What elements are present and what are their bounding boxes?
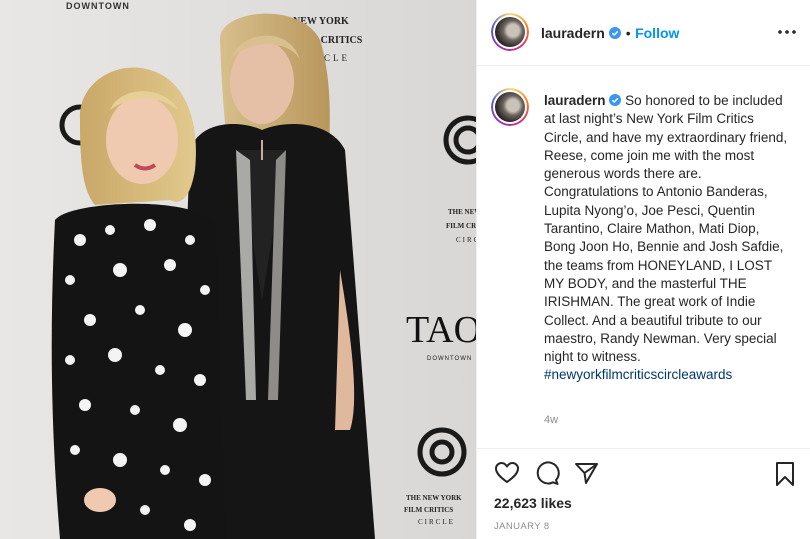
backdrop-downtown-top: DOWNTOWN: [66, 1, 130, 11]
post-caption: lauradern So honored to be included at l…: [544, 92, 794, 385]
backdrop-nyfcc-bottom-2: FILM CRITICS: [404, 506, 453, 514]
comments-section: lauradern So honored to be included at l…: [477, 66, 810, 448]
backdrop-nyfcc-mid-3: CIRCLE: [456, 236, 476, 244]
backdrop-nyfcc-bottom-1: THE NEW YORK: [406, 494, 462, 502]
caption-text: So honored to be included at last night’…: [544, 93, 788, 365]
header-user-line: lauradern • Follow: [541, 25, 679, 43]
caption-hashtag[interactable]: #newyorkfilmcriticscircleawards: [544, 367, 732, 382]
caption-age: 4w: [544, 414, 559, 426]
backdrop-nyfcc-mid-2: FILM CRITICS: [446, 222, 476, 230]
verified-badge-icon: [609, 94, 622, 106]
photo-illustration: DOWNTOWN NEW YORK FILM CRITICS CIRCLE TH…: [0, 0, 476, 539]
more-options-icon[interactable]: [777, 24, 797, 40]
share-icon[interactable]: [574, 461, 600, 485]
header-separator: •: [625, 25, 631, 41]
verified-badge-icon: [609, 27, 622, 39]
post-side-panel: lauradern • Follow lauradern So honored …: [476, 0, 810, 539]
post-date: JANUARY 8: [494, 521, 550, 532]
comment-icon[interactable]: [534, 461, 560, 485]
heart-icon[interactable]: [494, 461, 520, 485]
backdrop-nyfcc-mid-1: THE NEW YORK: [448, 208, 476, 216]
header-username[interactable]: lauradern: [541, 25, 605, 41]
author-avatar[interactable]: [491, 13, 529, 51]
backdrop-nyfcc-bottom-3: CIRCLE: [418, 518, 455, 526]
post-header: lauradern • Follow: [477, 0, 810, 66]
caption-avatar[interactable]: [491, 88, 529, 126]
follow-button[interactable]: Follow: [635, 25, 679, 41]
caption-username[interactable]: lauradern: [544, 93, 606, 108]
instagram-post: DOWNTOWN NEW YORK FILM CRITICS CIRCLE TH…: [0, 0, 810, 539]
post-actions: 22,623 likes JANUARY 8: [477, 448, 810, 539]
bookmark-icon[interactable]: [774, 461, 796, 487]
backdrop-tao-logo: TAO: [406, 309, 476, 351]
likes-count[interactable]: 22,623 likes: [494, 495, 572, 511]
backdrop-tao-sub: DOWNTOWN: [427, 356, 472, 362]
post-photo[interactable]: DOWNTOWN NEW YORK FILM CRITICS CIRCLE TH…: [0, 0, 476, 539]
